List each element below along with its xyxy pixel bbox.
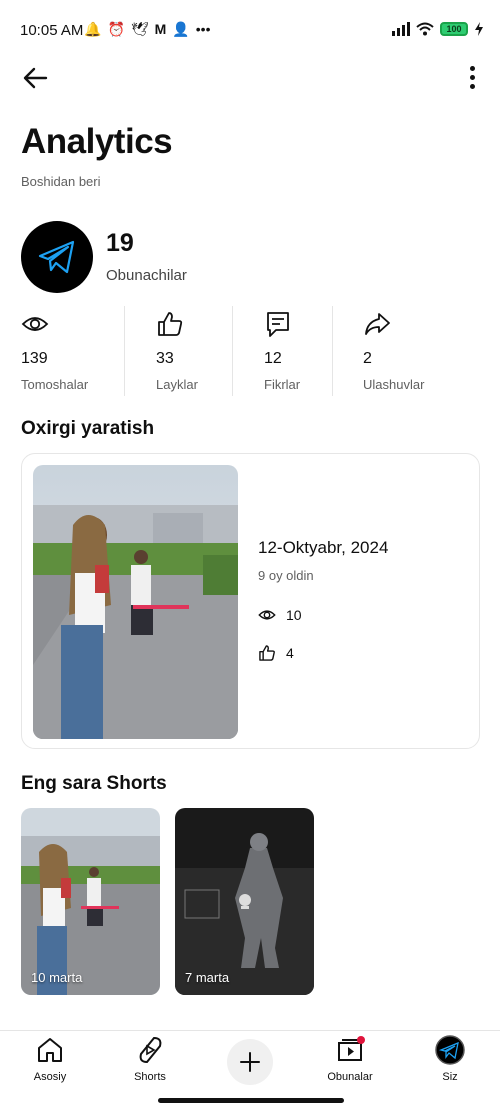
stats-row: 139 Tomoshalar 33 Layklar 12 Fikrlar 2 U…	[0, 306, 500, 396]
status-system-icons: 100	[392, 22, 484, 36]
nav-shorts[interactable]: Shorts	[110, 1035, 190, 1083]
stat-label: Fikrlar	[264, 377, 301, 392]
alarm-clock-icon: ⏰	[107, 21, 125, 37]
more-options-button[interactable]	[466, 66, 478, 92]
stat-divider	[332, 306, 333, 396]
page-subtitle: Boshidan beri	[21, 174, 101, 189]
short-thumbnail-image	[21, 808, 160, 995]
nav-label: Obunalar	[327, 1071, 373, 1083]
short-views-label: 7 marta	[185, 970, 230, 985]
share-icon	[365, 313, 390, 335]
person-icon: 👤	[172, 21, 190, 37]
latest-likes-row: 4	[258, 644, 294, 662]
status-notification-icons: 🔔 ⏰ 🕊 M 👤 •••	[84, 20, 210, 38]
thumbs-up-icon	[259, 645, 275, 661]
nav-you[interactable]: Siz	[410, 1035, 490, 1083]
shorts-section-title: Eng sara Shorts	[21, 773, 167, 794]
nav-label: Asosiy	[33, 1071, 67, 1083]
stat-value: 139	[21, 350, 48, 367]
latest-video-ago: 9 oy oldin	[258, 568, 314, 583]
status-bar: 10:05 AM 🔔 ⏰ 🕊 M 👤 ••• 100	[0, 0, 500, 60]
latest-video-card[interactable]: 12-Oktyabr, 2024 9 oy oldin 10 4	[21, 453, 480, 749]
bird-icon: 🕊	[130, 21, 149, 37]
status-time: 10:05 AM	[20, 22, 84, 39]
home-icon	[38, 1038, 62, 1062]
signal-icon	[392, 22, 410, 36]
stat-divider	[232, 306, 233, 396]
short-thumbnail-image	[175, 808, 314, 995]
nav-home[interactable]: Asosiy	[10, 1035, 90, 1083]
video-thumbnail-image	[33, 465, 238, 739]
latest-video-thumbnail[interactable]	[33, 465, 238, 739]
comment-icon	[267, 312, 289, 337]
subscriptions-icon	[338, 1036, 365, 1061]
subscribers-count: 19	[106, 229, 134, 257]
arrow-left-icon	[23, 67, 48, 89]
short-card[interactable]: 7 marta	[175, 808, 314, 995]
latest-video-date: 12-Oktyabr, 2024	[258, 538, 389, 557]
nav-subscriptions[interactable]: Obunalar	[310, 1035, 390, 1083]
short-card[interactable]: 10 marta	[21, 808, 160, 995]
subscribers-label: Obunachilar	[106, 267, 187, 284]
wifi-icon	[416, 22, 434, 36]
stat-label: Layklar	[156, 377, 198, 392]
profile-avatar-icon	[435, 1035, 465, 1065]
back-button[interactable]	[20, 62, 52, 94]
create-button[interactable]	[227, 1039, 273, 1085]
home-indicator[interactable]	[158, 1098, 344, 1103]
latest-views-count: 10	[286, 607, 302, 623]
alarm-bell-icon: 🔔	[84, 21, 102, 37]
stat-divider	[124, 306, 125, 396]
stat-value: 33	[156, 350, 174, 367]
stat-value: 2	[363, 350, 372, 367]
nav-label: Siz	[442, 1071, 458, 1083]
latest-views-row: 10	[258, 606, 302, 624]
latest-section-title: Oxirgi yaratish	[21, 418, 155, 439]
thumbs-up-icon	[158, 312, 183, 336]
stat-label: Tomoshalar	[21, 377, 89, 392]
more-dots-icon: •••	[195, 21, 211, 37]
nav-label: Shorts	[134, 1071, 166, 1083]
page-title: Analytics	[21, 122, 173, 161]
latest-likes-count: 4	[286, 645, 294, 661]
stat-label: Ulashuvlar	[363, 377, 425, 392]
plus-icon	[240, 1052, 260, 1072]
telegram-icon	[38, 240, 75, 274]
channel-avatar[interactable]	[21, 221, 93, 293]
more-vert-icon	[466, 66, 478, 89]
battery-icon: 100	[440, 22, 468, 36]
eye-icon	[258, 610, 276, 620]
stat-value: 12	[264, 350, 282, 367]
gmail-icon: M	[154, 21, 167, 37]
eye-icon	[21, 317, 49, 331]
shorts-icon	[139, 1036, 162, 1064]
short-views-label: 10 marta	[31, 970, 83, 985]
charging-icon	[475, 22, 483, 36]
